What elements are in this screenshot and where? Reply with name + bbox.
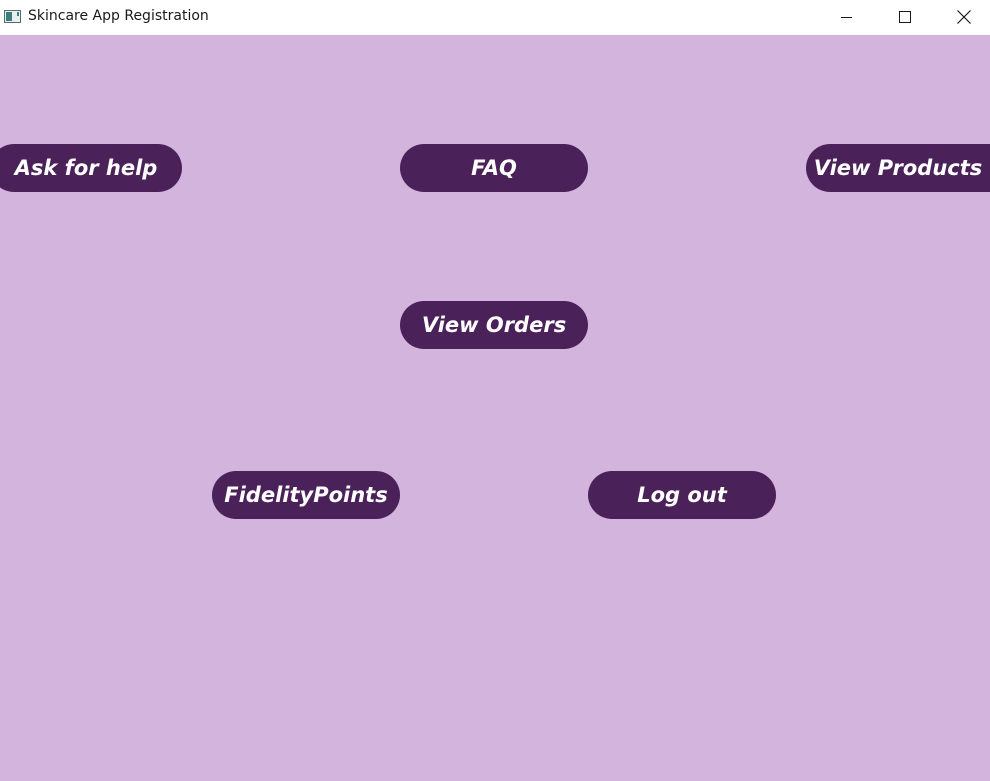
app-icon [4,10,21,23]
view-orders-button[interactable]: View Orders [400,301,588,349]
view-products-button[interactable]: View Products [806,144,990,192]
log-out-button[interactable]: Log out [588,471,776,519]
fidelity-points-button[interactable]: FidelityPoints [212,471,400,519]
minimize-button[interactable] [824,0,870,34]
minimize-icon [841,17,852,18]
window-title: Skincare App Registration [28,8,209,24]
ask-for-help-button[interactable]: Ask for help [0,144,182,192]
close-icon [957,10,971,24]
main-panel: Ask for help FAQ View Products View Orde… [0,35,990,781]
app-window: Skincare App Registration Ask for help F… [0,0,990,781]
faq-button[interactable]: FAQ [400,144,588,192]
maximize-icon [899,11,911,23]
title-bar[interactable]: Skincare App Registration [0,0,990,34]
maximize-button[interactable] [882,0,928,34]
close-button[interactable] [941,0,987,34]
